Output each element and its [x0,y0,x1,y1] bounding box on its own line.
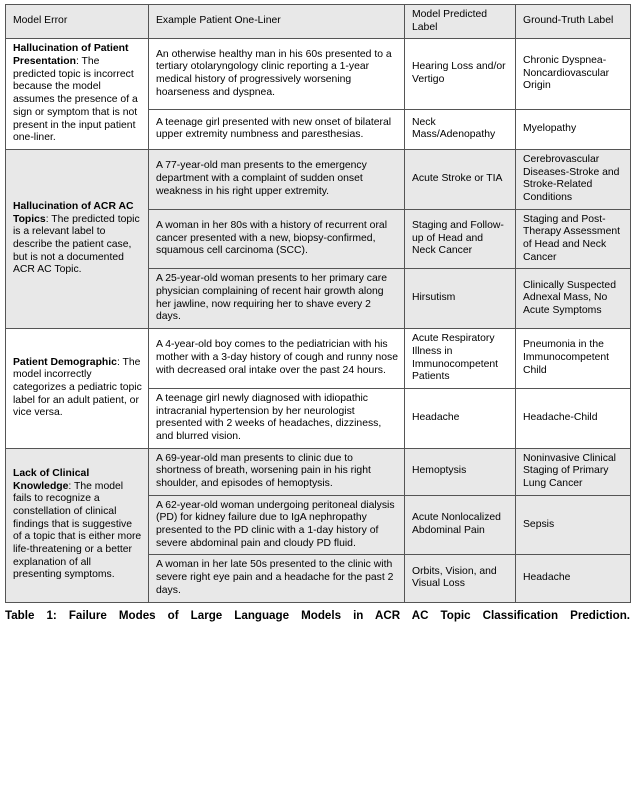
model-error-cell: Patient Demographic: The model incorrect… [5,328,149,449]
patient-one-liner-cell: A woman in her 80s with a history of rec… [148,208,405,270]
ground-truth-label-cell: Clinically Suspected Adnexal Mass, No Ac… [515,268,631,330]
ground-truth-label-cell: Headache [515,554,631,603]
patient-one-liner-cell: A 62-year-old woman undergoing peritonea… [148,494,405,556]
model-error-cell: Lack of Clinical Knowledge: The model fa… [5,447,149,603]
model-error-cell: Hallucination of Patient Presentation: T… [5,38,149,150]
model-predicted-label-cell: Acute Stroke or TIA [404,148,516,210]
column-header-model-predicted-label: Model Predicted Label [404,3,516,40]
model-error-title: Hallucination of Patient Presentation [13,43,129,68]
ground-truth-label-cell: Headache-Child [515,387,631,449]
model-error-description: : The predicted topic is incorrect becau… [13,56,138,144]
table-row: Patient Demographic: The model incorrect… [5,328,631,449]
column-header-model-error: Model Error [5,3,149,40]
ground-truth-label-cell: Cerebrovascular Diseases-Stroke and Stro… [515,148,631,210]
failure-modes-table: Model Error Example Patient One-Liner Mo… [5,3,631,603]
model-predicted-label-cell: Headache [404,387,516,449]
table-body: Hallucination of Patient Presentation: T… [5,38,631,603]
table-row: Hallucination of ACR AC Topics: The pred… [5,148,631,330]
model-predicted-label-cell: Neck Mass/Adenopathy [404,108,516,150]
patient-one-liner-cell: A 69-year-old man presents to clinic due… [148,447,405,496]
model-predicted-label-cell: Acute Nonlocalized Abdominal Pain [404,494,516,556]
ground-truth-label-cell: Staging and Post-Therapy Assessment of H… [515,208,631,270]
ground-truth-label-cell: Myelopathy [515,108,631,150]
ground-truth-label-cell: Pneumonia in the Immunocompetent Child [515,328,631,389]
page-root: Model Error Example Patient One-Liner Mo… [0,0,640,785]
model-predicted-label-cell: Hirsutism [404,268,516,330]
patient-one-liner-cell: A teenage girl newly diagnosed with idio… [148,387,405,449]
table-header: Model Error Example Patient One-Liner Mo… [5,3,631,40]
ground-truth-label-cell: Chronic Dyspnea-Noncardiovascular Origin [515,38,631,110]
model-predicted-label-cell: Orbits, Vision, and Visual Loss [404,554,516,603]
ground-truth-label-cell: Noninvasive Clinical Staging of Primary … [515,447,631,496]
patient-one-liner-cell: A 25-year-old woman presents to her prim… [148,268,405,330]
table-caption-line1: Table 1: Failure Modes of Large Language… [5,608,630,622]
model-error-cell: Hallucination of ACR AC Topics: The pred… [5,148,149,330]
model-error-title: Patient Demographic [13,356,117,368]
patient-one-liner-cell: A teenage girl presented with new onset … [148,108,405,150]
patient-one-liner-cell: A 77-year-old man presents to the emerge… [148,148,405,210]
model-error-description: : The model fails to recognize a constel… [13,480,142,581]
model-predicted-label-cell: Hemoptysis [404,447,516,496]
column-header-ground-truth-label: Ground-Truth Label [515,3,631,40]
table-row: Hallucination of Patient Presentation: T… [5,38,631,150]
patient-one-liner-cell: An otherwise healthy man in his 60s pres… [148,38,405,110]
ground-truth-label-cell: Sepsis [515,494,631,556]
model-predicted-label-cell: Acute Respiratory Illness in Immunocompe… [404,328,516,389]
header-row: Model Error Example Patient One-Liner Mo… [5,3,631,40]
patient-one-liner-cell: A 4-year-old boy comes to the pediatrici… [148,328,405,389]
patient-one-liner-cell: A woman in her late 50s presented to the… [148,554,405,603]
model-predicted-label-cell: Hearing Loss and/or Vertigo [404,38,516,110]
column-header-example-patient-one-liner: Example Patient One-Liner [148,3,405,40]
table-row: Lack of Clinical Knowledge: The model fa… [5,447,631,603]
model-predicted-label-cell: Staging and Follow-up of Head and Neck C… [404,208,516,270]
